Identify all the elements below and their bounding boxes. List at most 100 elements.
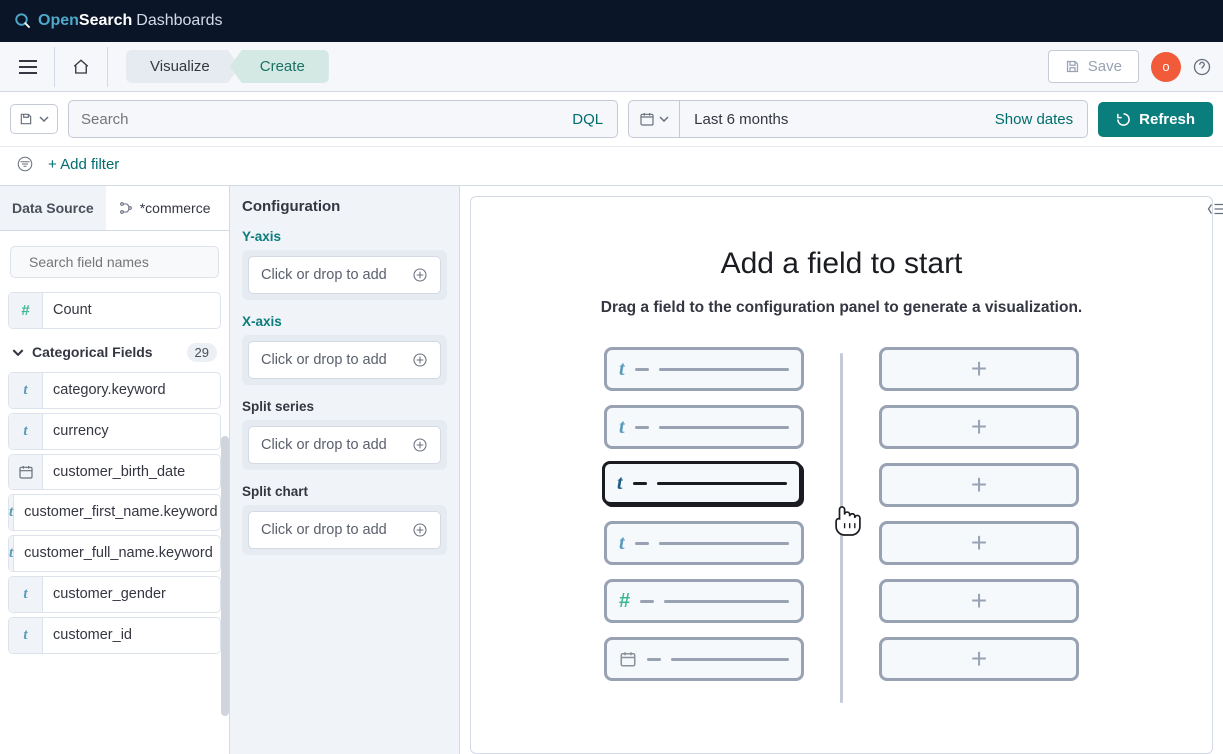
diagram-drop-box: + [879, 637, 1079, 681]
field-count[interactable]: # Count [8, 292, 221, 329]
text-icon: t [9, 414, 43, 449]
help-icon[interactable] [1193, 58, 1211, 76]
field-list: tcategory.keywordtcurrencycustomer_birth… [0, 368, 229, 658]
number-icon: # [21, 302, 29, 319]
y-axis-dropzone[interactable]: Click or drop to add [242, 250, 447, 300]
text-icon: t [619, 358, 625, 381]
diagram-field-box: t [604, 521, 804, 565]
calendar-icon [9, 455, 43, 490]
config-title: Configuration [242, 198, 447, 215]
field-item[interactable]: tcustomer_gender [8, 576, 221, 613]
text-icon: t [9, 373, 43, 408]
field-label: customer_first_name.keyword [14, 495, 227, 530]
text-icon: t [9, 577, 43, 612]
crumb-visualize[interactable]: Visualize [126, 50, 240, 83]
search-box: DQL [68, 100, 618, 138]
main: Data Source *commerce # Count Categorica… [0, 186, 1223, 754]
field-label: currency [43, 414, 220, 449]
field-label: customer_birth_date [43, 455, 220, 490]
plus-circle-icon [412, 522, 428, 538]
x-axis-dropzone[interactable]: Click or drop to add [242, 335, 447, 385]
field-label: customer_full_name.keyword [14, 536, 223, 571]
plus-icon: + [971, 469, 987, 501]
calendar-icon [619, 650, 637, 668]
split-chart-label: Split chart [242, 484, 447, 499]
field-label: category.keyword [43, 373, 220, 408]
field-label: Count [43, 293, 220, 328]
save-icon [1065, 59, 1080, 74]
plus-circle-icon [412, 352, 428, 368]
datasource-row: Data Source *commerce [0, 186, 229, 231]
plus-circle-icon [412, 437, 428, 453]
grab-cursor-icon [831, 499, 865, 537]
breadcrumb: Visualize Create [126, 50, 329, 83]
chevron-down-icon [659, 116, 669, 122]
datasource-select[interactable]: *commerce [106, 186, 229, 230]
refresh-button[interactable]: Refresh [1098, 102, 1213, 137]
crumb-create[interactable]: Create [230, 50, 329, 83]
drop-label: Click or drop to add [261, 352, 387, 368]
categorical-label: Categorical Fields [32, 344, 179, 360]
datasource-value: *commerce [140, 200, 211, 216]
avatar[interactable]: o [1151, 52, 1181, 82]
split-chart-dropzone[interactable]: Click or drop to add [242, 505, 447, 555]
diagram-separator [840, 353, 843, 703]
diagram-field-box: t [604, 405, 804, 449]
plus-icon: + [971, 585, 987, 617]
toolbar: Visualize Create Save o [0, 42, 1223, 92]
refresh-label: Refresh [1139, 111, 1195, 128]
dql-toggle[interactable]: DQL [558, 111, 617, 128]
diagram-source-col: t t t t # [604, 347, 804, 681]
canvas-title: Add a field to start [531, 247, 1152, 281]
plus-icon: + [971, 353, 987, 385]
field-item[interactable]: tcustomer_full_name.keyword [8, 535, 221, 572]
search-input[interactable] [69, 111, 558, 128]
diagram: t t t t # + + + + + + [531, 347, 1152, 703]
text-icon: t [617, 472, 623, 495]
field-label: customer_gender [43, 577, 220, 612]
filter-settings-button[interactable] [14, 153, 36, 175]
saved-queries-button[interactable] [10, 104, 58, 134]
config-panel: Configuration Y-axis Click or drop to ad… [230, 186, 460, 754]
chevron-down-icon [39, 116, 49, 122]
diagram-field-box [604, 637, 804, 681]
date-label[interactable]: Last 6 months [680, 111, 981, 128]
collapse-button[interactable] [1207, 202, 1223, 216]
filter-bar: + Add filter [0, 147, 1223, 186]
save-button[interactable]: Save [1048, 50, 1139, 83]
app-header: OpenSearchDashboards [0, 0, 1223, 42]
y-axis-label: Y-axis [242, 229, 447, 244]
x-axis-label: X-axis [242, 314, 447, 329]
field-label: customer_id [43, 618, 220, 653]
date-quick-button[interactable] [629, 101, 680, 137]
field-item[interactable]: tcustomer_id [8, 617, 221, 654]
show-dates-link[interactable]: Show dates [981, 111, 1087, 128]
scrollbar[interactable] [221, 436, 229, 716]
add-filter-link[interactable]: + Add filter [48, 156, 119, 173]
field-item[interactable]: tcurrency [8, 413, 221, 450]
text-icon: t [9, 618, 43, 653]
diagram-drop-box: + [879, 521, 1079, 565]
plus-icon: + [971, 411, 987, 443]
field-item[interactable]: customer_birth_date [8, 454, 221, 491]
query-bar: DQL Last 6 months Show dates Refresh [0, 92, 1223, 147]
home-button[interactable] [65, 51, 97, 83]
logo: OpenSearchDashboards [14, 12, 223, 30]
categorical-header[interactable]: Categorical Fields 29 [0, 333, 229, 368]
categorical-count: 29 [187, 343, 217, 362]
field-search-input[interactable] [29, 254, 210, 270]
index-icon [118, 200, 134, 216]
logo-open: Open [38, 12, 79, 29]
diagram-drop-box: + [879, 405, 1079, 449]
split-series-dropzone[interactable]: Click or drop to add [242, 420, 447, 470]
calendar-icon [639, 111, 655, 127]
divider [107, 47, 108, 87]
field-item[interactable]: tcustomer_first_name.keyword [8, 494, 221, 531]
field-item[interactable]: tcategory.keyword [8, 372, 221, 409]
save-label: Save [1088, 58, 1122, 75]
text-icon: t [619, 532, 625, 555]
text-icon: t [619, 416, 625, 439]
menu-button[interactable] [12, 51, 44, 83]
split-series-label: Split series [242, 399, 447, 414]
drop-label: Click or drop to add [261, 267, 387, 283]
